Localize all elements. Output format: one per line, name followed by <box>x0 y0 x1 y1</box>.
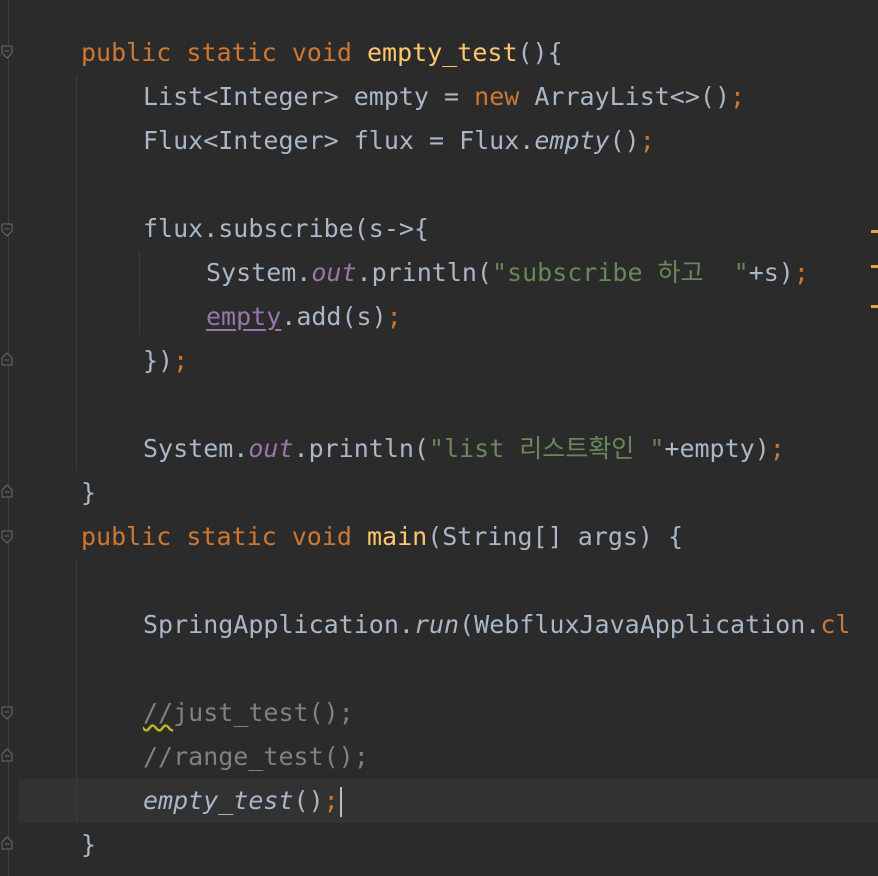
code-text: List<Integer> empty = <box>143 82 475 111</box>
comment-text: //range_test(); <box>143 742 369 771</box>
code-text: System. <box>143 434 249 463</box>
code-line-comment[interactable]: //just_test(); <box>143 691 354 735</box>
code-text: () <box>293 786 324 815</box>
indent-guide <box>76 75 77 470</box>
code-text: System. <box>206 258 312 287</box>
code-text: +empty) <box>664 434 770 463</box>
code-line[interactable]: } <box>81 471 96 515</box>
code-line[interactable]: }); <box>143 339 188 383</box>
code-text: (){ <box>517 38 563 67</box>
keyword: new <box>474 82 520 111</box>
code-text: +s) <box>748 258 794 287</box>
warning-stripe-marker[interactable] <box>871 305 878 308</box>
warning-squiggle: // <box>143 698 174 727</box>
code-line-method-decl[interactable]: public static void empty_test(){ <box>81 31 563 75</box>
code-line-current[interactable]: empty_test(); <box>143 779 342 823</box>
text-caret <box>339 787 342 817</box>
warning-stripe-marker[interactable] <box>871 265 878 268</box>
code-text: (WebfluxJavaApplication. <box>459 610 821 639</box>
fold-close-icon[interactable] <box>1 836 13 850</box>
fold-gutter <box>0 0 18 876</box>
fold-close-icon[interactable] <box>1 352 13 366</box>
static-method-call: empty <box>534 126 610 155</box>
fold-open-icon[interactable] <box>1 223 13 237</box>
code-line[interactable]: System.out.println("list 리스트확인 "+empty); <box>143 427 785 471</box>
method-name: empty_test <box>366 38 518 67</box>
code-text: .println( <box>356 258 492 287</box>
code-line[interactable]: SpringApplication.run(WebfluxJavaApplica… <box>143 603 850 647</box>
comment-text: just_test(); <box>173 698 354 727</box>
semicolon: ; <box>793 258 809 287</box>
code-text: } <box>81 830 97 859</box>
truncated-keyword: cl <box>820 610 851 639</box>
code-line[interactable]: } <box>81 823 96 867</box>
code-line-method-decl[interactable]: public static void main(String[] args) { <box>81 515 683 559</box>
fold-close-icon[interactable] <box>1 484 13 498</box>
code-text: () <box>609 126 640 155</box>
current-line-highlight <box>0 779 878 823</box>
code-text: } <box>81 478 97 507</box>
code-text: .add(s) <box>281 302 387 331</box>
keyword: public static void <box>81 522 367 551</box>
semicolon: ; <box>730 82 746 111</box>
indent-guide <box>76 559 77 824</box>
static-method-call: run <box>413 610 460 639</box>
fold-open-icon[interactable] <box>1 706 13 720</box>
code-text: ArrayList<>() <box>519 82 731 111</box>
semicolon: ; <box>386 302 402 331</box>
code-text: SpringApplication. <box>143 610 414 639</box>
code-editor[interactable]: public static void empty_test(){ List<In… <box>0 0 878 876</box>
semicolon: ; <box>323 786 339 815</box>
code-line[interactable]: flux.subscribe(s->{ <box>143 207 429 251</box>
code-line[interactable]: System.out.println("subscribe 하고 "+s); <box>206 251 809 295</box>
string-literal: "subscribe 하고 " <box>491 258 749 287</box>
code-line[interactable]: empty.add(s); <box>206 295 402 339</box>
gutter-divider <box>8 0 9 876</box>
code-text: (String[] args) { <box>427 522 684 551</box>
warning-stripe-marker[interactable] <box>871 230 878 233</box>
string-literal: "list 리스트확인 " <box>428 434 665 463</box>
semicolon: ; <box>769 434 785 463</box>
method-call: empty_test <box>143 786 294 815</box>
captured-variable: empty <box>206 302 282 331</box>
fold-open-icon[interactable] <box>1 530 13 544</box>
code-text: }) <box>143 346 174 375</box>
keyword: public static void <box>81 38 367 67</box>
code-text: flux.subscribe(s->{ <box>143 214 429 243</box>
static-field: out <box>248 434 294 463</box>
method-name: main <box>366 522 428 551</box>
fold-close-icon[interactable] <box>1 748 13 762</box>
indent-guide <box>139 251 140 335</box>
fold-open-icon[interactable] <box>1 45 13 59</box>
code-line[interactable]: List<Integer> empty = new ArrayList<>(); <box>143 75 745 119</box>
code-line[interactable]: Flux<Integer> flux = Flux.empty(); <box>143 119 655 163</box>
static-field: out <box>311 258 357 287</box>
semicolon: ; <box>639 126 655 155</box>
code-text: .println( <box>293 434 429 463</box>
code-line-comment[interactable]: //range_test(); <box>143 735 369 779</box>
code-text: Flux<Integer> flux = Flux. <box>143 126 535 155</box>
semicolon: ; <box>173 346 189 375</box>
